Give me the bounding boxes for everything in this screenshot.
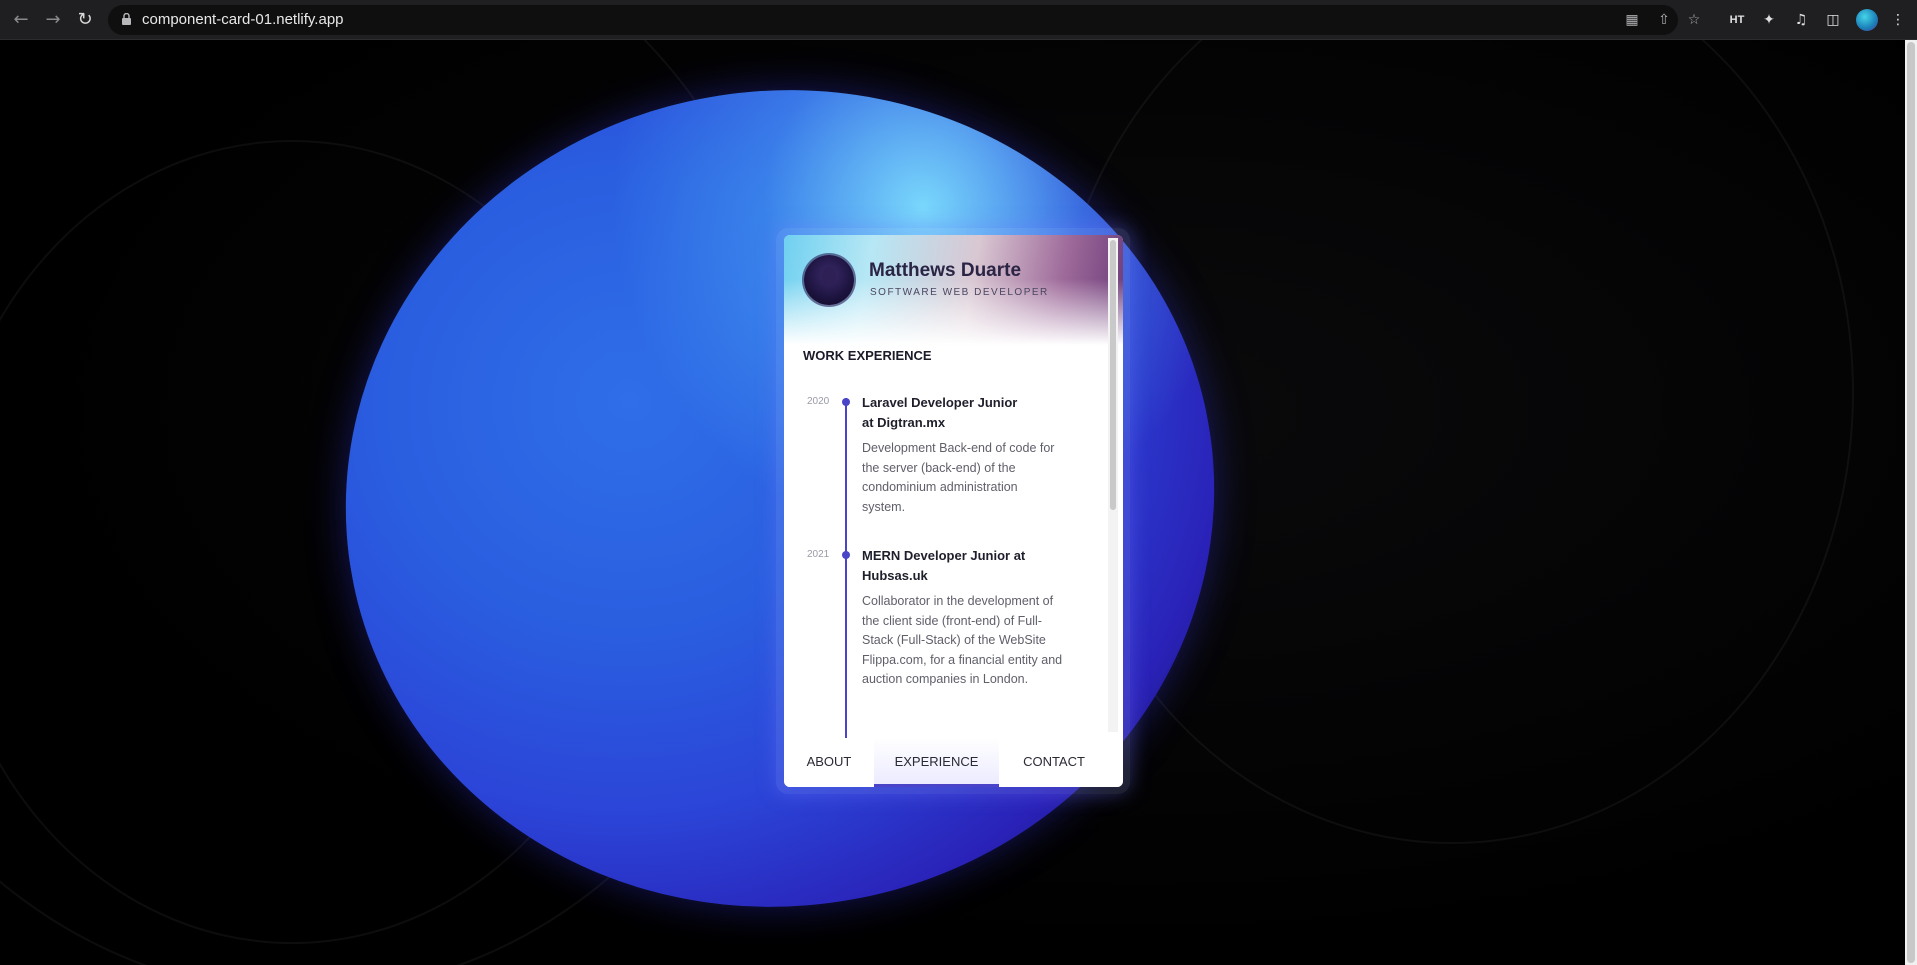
address-bar[interactable]: component-card-01.netlify.app ▦ ⇧ ☆ [108, 5, 1700, 35]
avatar-head-shape [822, 267, 836, 285]
profile-card: Matthews Duarte SOFTWARE WEB DEVELOPER W… [784, 235, 1123, 787]
profile-name: Matthews Duarte [869, 260, 1022, 281]
extensions-puzzle-icon[interactable]: ✦ [1757, 8, 1781, 32]
side-panel-icon[interactable]: ◫ [1821, 8, 1845, 32]
card-scrollbar[interactable] [1108, 238, 1118, 732]
section-title: WORK EXPERIENCE [803, 348, 932, 363]
timeline-dot [842, 398, 850, 406]
extension-ht-icon[interactable]: HT [1725, 8, 1749, 32]
profile-avatar-icon[interactable] [1856, 9, 1878, 31]
tab-contact[interactable]: CONTACT [999, 738, 1109, 787]
lock-icon [122, 13, 131, 25]
timeline-line [845, 398, 847, 738]
url-text: component-card-01.netlify.app [142, 11, 344, 28]
share-icon[interactable]: ⇧ [1654, 10, 1674, 30]
job-title: MERN Developer Junior at Hubsas.uk [862, 548, 1026, 583]
card-tab-bar: ABOUT EXPERIENCE CONTACT [784, 738, 1123, 787]
menu-kebab-icon[interactable]: ⋮ [1886, 8, 1910, 32]
browser-toolbar: ← → ↻ component-card-01.netlify.app ▦ ⇧ … [0, 0, 1917, 40]
page-scrollbar-thumb[interactable] [1907, 42, 1915, 963]
bookmark-star-icon[interactable]: ☆ [1684, 10, 1704, 30]
card-scrollbar-thumb[interactable] [1110, 240, 1116, 510]
reload-icon[interactable]: ↻ [73, 8, 97, 32]
page-scrollbar[interactable] [1905, 40, 1917, 965]
timeline-dot [842, 551, 850, 559]
job-description: Collaborator in the development of the c… [862, 594, 1063, 686]
forward-icon[interactable]: → [41, 8, 65, 32]
timeline-year: 2020 [807, 396, 830, 407]
translate-icon[interactable]: ▦ [1622, 10, 1642, 30]
job-description: Development Back-end of code for the ser… [862, 441, 1055, 514]
timeline-year: 2021 [807, 549, 830, 560]
job-title: Laravel Developer Junior at Digtran.mx [862, 395, 1018, 430]
avatar [804, 255, 854, 305]
back-icon[interactable]: ← [9, 8, 33, 32]
tab-experience[interactable]: EXPERIENCE [874, 738, 999, 787]
media-controls-icon[interactable]: ♫ [1789, 8, 1813, 32]
tab-about[interactable]: ABOUT [784, 738, 874, 787]
profile-role: SOFTWARE WEB DEVELOPER [870, 287, 1049, 298]
